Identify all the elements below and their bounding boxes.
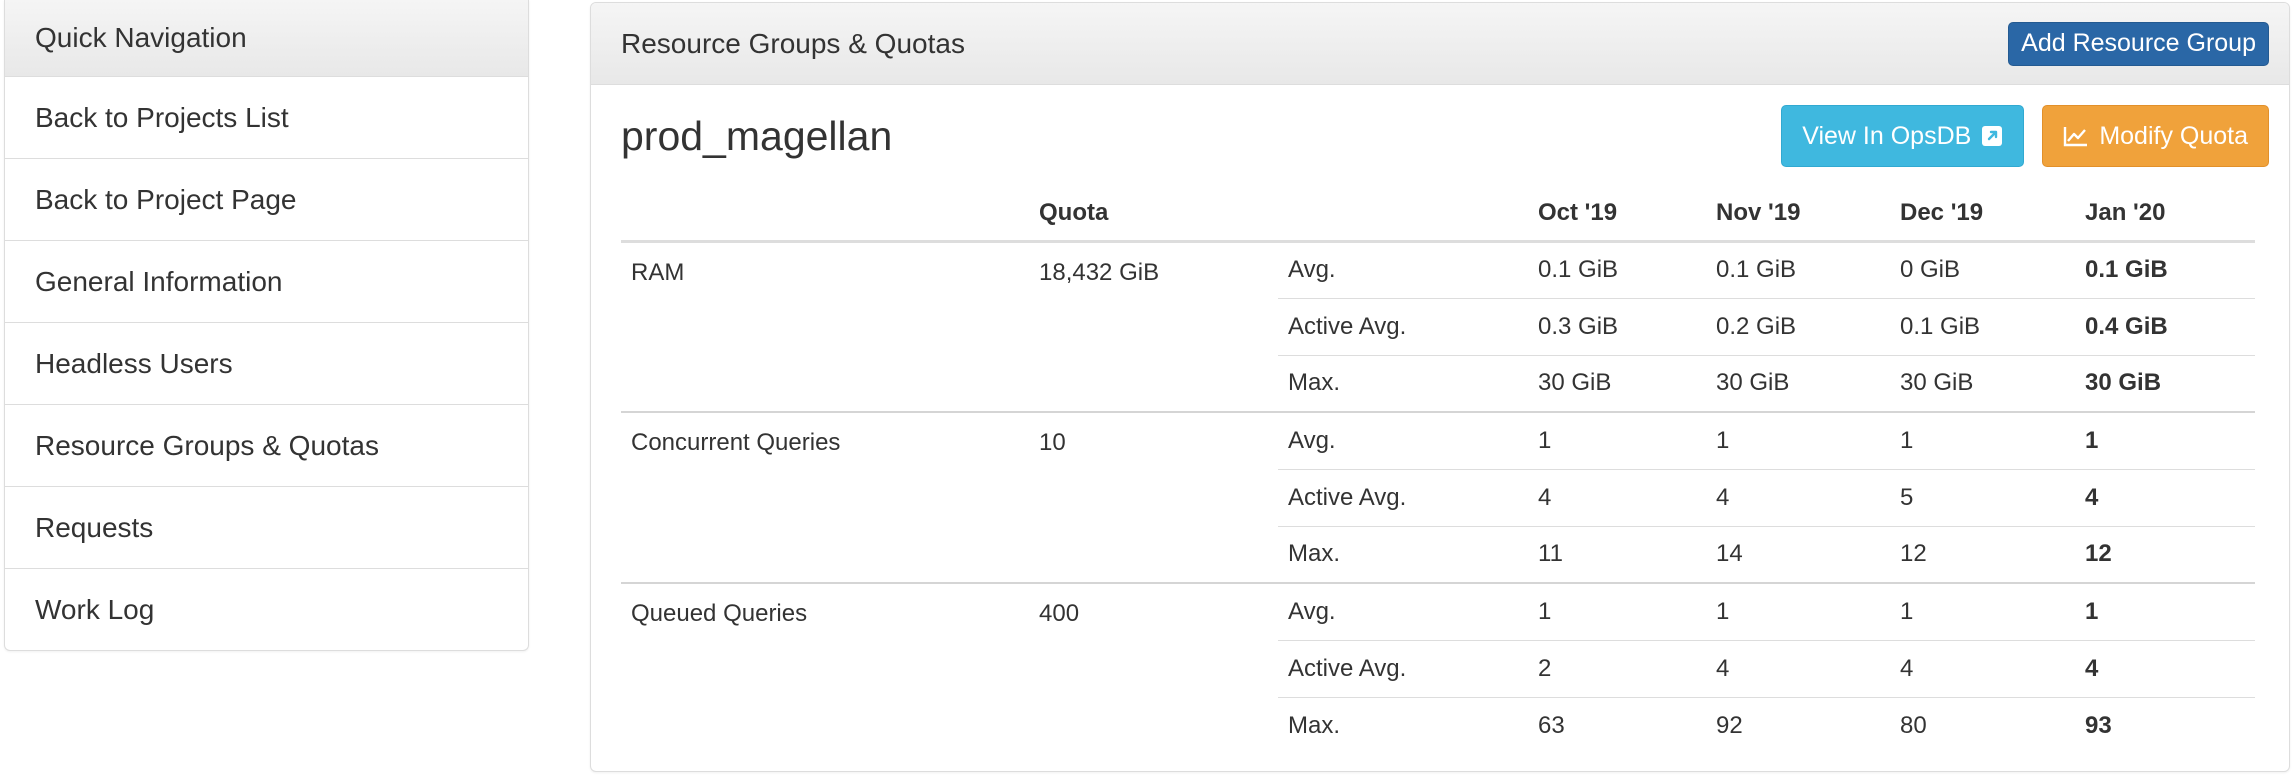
cell-value: 1 bbox=[1890, 582, 2075, 640]
cell-value: 1 bbox=[1706, 582, 1890, 640]
project-actions: View In OpsDB Modify Quota bbox=[1781, 105, 2269, 167]
cell-value: 14 bbox=[1706, 525, 1890, 583]
stat-label: Max. bbox=[1278, 696, 1528, 754]
column-header-jan-20: Jan '20 bbox=[2075, 187, 2255, 243]
resource-groups-panel: Resource Groups & Quotas Add Resource Gr… bbox=[590, 2, 2290, 772]
line-chart-icon bbox=[2063, 125, 2089, 147]
resource-quota: 400 bbox=[1029, 582, 1278, 754]
quota-usage-table: Quota Oct '19 Nov '19 Dec '19 Jan '20 RA… bbox=[621, 187, 2255, 754]
quick-navigation-panel: Quick Navigation Back to Projects List B… bbox=[4, 0, 529, 651]
cell-value-current: 1 bbox=[2075, 582, 2255, 640]
view-in-opsdb-button[interactable]: View In OpsDB bbox=[1781, 105, 2025, 167]
column-header-quota: Quota bbox=[1029, 187, 1278, 243]
project-name: prod_magellan bbox=[621, 112, 893, 159]
column-header-resource bbox=[621, 187, 1029, 243]
cell-value: 2 bbox=[1528, 639, 1706, 697]
cell-value-current: 4 bbox=[2075, 468, 2255, 526]
cell-value: 0.1 GiB bbox=[1528, 240, 1706, 298]
resource-quota: 10 bbox=[1029, 411, 1278, 583]
external-link-icon bbox=[1981, 125, 2003, 147]
sidebar-item-general-information[interactable]: General Information bbox=[5, 241, 528, 323]
panel-title: Resource Groups & Quotas bbox=[621, 27, 965, 59]
panel-body: prod_magellan View In OpsDB Modify Quota… bbox=[591, 85, 2289, 754]
cell-value: 1 bbox=[1528, 582, 1706, 640]
table-row: RAM 18,432 GiB Avg. 0.1 GiB 0.1 GiB 0 Gi… bbox=[621, 240, 2255, 412]
sidebar-item-back-to-project-page[interactable]: Back to Project Page bbox=[5, 159, 528, 241]
cell-value: 1 bbox=[1706, 411, 1890, 469]
stat-label: Max. bbox=[1278, 354, 1528, 412]
cell-value: 4 bbox=[1528, 468, 1706, 526]
cell-value: 11 bbox=[1528, 525, 1706, 583]
cell-value: 1 bbox=[1528, 411, 1706, 469]
cell-value: 0.1 GiB bbox=[1706, 240, 1890, 298]
add-resource-group-button[interactable]: Add Resource Group bbox=[2008, 21, 2269, 66]
sidebar-item-requests[interactable]: Requests bbox=[5, 487, 528, 569]
cell-value: 0.3 GiB bbox=[1528, 297, 1706, 355]
resource-quota: 18,432 GiB bbox=[1029, 240, 1278, 412]
cell-value: 4 bbox=[1706, 468, 1890, 526]
stat-label: Active Avg. bbox=[1278, 297, 1528, 355]
sidebar-item-resource-groups-quotas[interactable]: Resource Groups & Quotas bbox=[5, 405, 528, 487]
stat-label: Max. bbox=[1278, 525, 1528, 583]
column-header-nov-19: Nov '19 bbox=[1706, 187, 1890, 243]
cell-value-current: 4 bbox=[2075, 639, 2255, 697]
table-row: Concurrent Queries 10 Avg. 1 1 1 1 bbox=[621, 411, 2255, 583]
cell-value: 0.1 GiB bbox=[1890, 297, 2075, 355]
cell-value: 0.2 GiB bbox=[1706, 297, 1890, 355]
cell-value-current: 0.1 GiB bbox=[2075, 240, 2255, 298]
cell-value: 5 bbox=[1890, 468, 2075, 526]
modify-quota-button[interactable]: Modify Quota bbox=[2042, 105, 2269, 167]
cell-value: 30 GiB bbox=[1528, 354, 1706, 412]
project-row: prod_magellan View In OpsDB Modify Quota bbox=[621, 85, 2269, 187]
column-header-stat bbox=[1278, 187, 1528, 243]
stat-label: Avg. bbox=[1278, 411, 1528, 469]
cell-value: 63 bbox=[1528, 696, 1706, 754]
sidebar-item-headless-users[interactable]: Headless Users bbox=[5, 323, 528, 405]
stat-label: Avg. bbox=[1278, 582, 1528, 640]
cell-value-current: 0.4 GiB bbox=[2075, 297, 2255, 355]
stat-label: Active Avg. bbox=[1278, 639, 1528, 697]
view-in-opsdb-label: View In OpsDB bbox=[1802, 121, 1972, 150]
stat-label: Avg. bbox=[1278, 240, 1528, 298]
panel-heading: Resource Groups & Quotas Add Resource Gr… bbox=[591, 3, 2289, 85]
resource-name: Queued Queries bbox=[621, 582, 1029, 754]
cell-value: 92 bbox=[1706, 696, 1890, 754]
table-row: Queued Queries 400 Avg. 1 1 1 1 bbox=[621, 582, 2255, 754]
quick-navigation-header: Quick Navigation bbox=[5, 0, 528, 77]
sidebar-item-back-to-projects-list[interactable]: Back to Projects List bbox=[5, 77, 528, 159]
resource-name: RAM bbox=[621, 240, 1029, 412]
column-header-dec-19: Dec '19 bbox=[1890, 187, 2075, 243]
cell-value: 4 bbox=[1890, 639, 2075, 697]
sidebar-item-work-log[interactable]: Work Log bbox=[5, 569, 528, 650]
cell-value-current: 12 bbox=[2075, 525, 2255, 583]
stat-label: Active Avg. bbox=[1278, 468, 1528, 526]
cell-value-current: 30 GiB bbox=[2075, 354, 2255, 412]
cell-value-current: 1 bbox=[2075, 411, 2255, 469]
column-header-oct-19: Oct '19 bbox=[1528, 187, 1706, 243]
modify-quota-label: Modify Quota bbox=[2099, 121, 2248, 150]
cell-value-current: 93 bbox=[2075, 696, 2255, 754]
cell-value: 1 bbox=[1890, 411, 2075, 469]
cell-value: 0 GiB bbox=[1890, 240, 2075, 298]
cell-value: 80 bbox=[1890, 696, 2075, 754]
cell-value: 4 bbox=[1706, 639, 1890, 697]
cell-value: 12 bbox=[1890, 525, 2075, 583]
cell-value: 30 GiB bbox=[1706, 354, 1890, 412]
table-header-row: Quota Oct '19 Nov '19 Dec '19 Jan '20 bbox=[621, 187, 2255, 243]
cell-value: 30 GiB bbox=[1890, 354, 2075, 412]
resource-name: Concurrent Queries bbox=[621, 411, 1029, 583]
